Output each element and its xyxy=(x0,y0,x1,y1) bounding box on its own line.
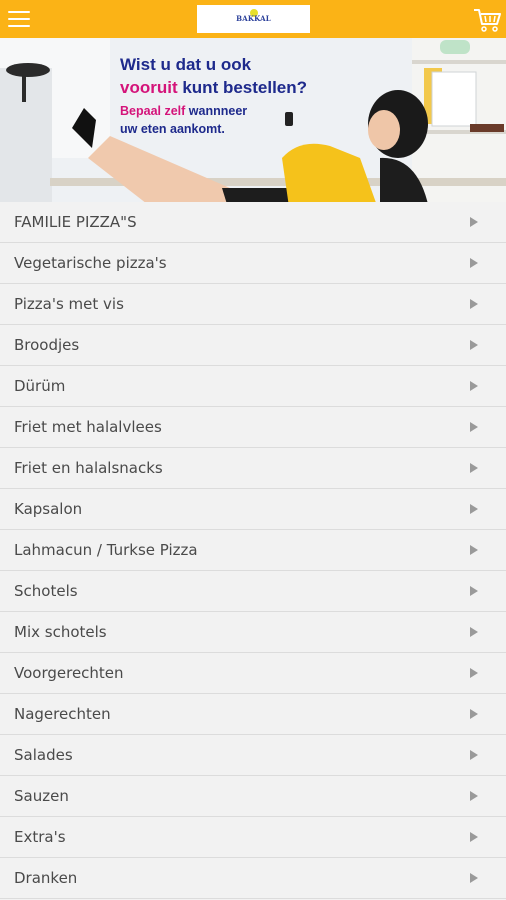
category-item[interactable]: FAMILIE PIZZA"S xyxy=(0,202,506,243)
banner-headline-line2: vooruit kunt bestellen? xyxy=(120,78,307,98)
logo[interactable]: BAKKAL xyxy=(197,5,310,33)
chevron-right-icon xyxy=(470,422,478,432)
shopping-cart-icon[interactable] xyxy=(473,7,501,33)
category-label: Sauzen xyxy=(14,787,69,805)
banner-subtitle-highlight: Bepaal zelf xyxy=(120,104,186,118)
banner-subtitle-rest: wannneer xyxy=(188,104,248,118)
category-label: Salades xyxy=(14,746,73,764)
category-label: Extra's xyxy=(14,828,66,846)
chevron-right-icon xyxy=(470,340,478,350)
chevron-right-icon xyxy=(470,504,478,514)
chevron-right-icon xyxy=(470,668,478,678)
category-label: Mix schotels xyxy=(14,623,107,641)
category-item[interactable]: Vegetarische pizza's xyxy=(0,243,506,284)
chevron-right-icon xyxy=(470,258,478,268)
category-label: Broodjes xyxy=(14,336,80,354)
category-item[interactable]: Nagerechten xyxy=(0,694,506,735)
chevron-right-icon xyxy=(470,832,478,842)
category-item[interactable]: Voorgerechten xyxy=(0,653,506,694)
banner-illustration xyxy=(0,38,506,214)
category-item[interactable]: Broodjes xyxy=(0,325,506,366)
chevron-right-icon xyxy=(470,586,478,596)
category-label: Lahmacun / Turkse Pizza xyxy=(14,541,198,559)
chevron-right-icon xyxy=(470,463,478,473)
category-item[interactable]: Kapsalon xyxy=(0,489,506,530)
category-item[interactable]: Extra's xyxy=(0,817,506,858)
category-item[interactable]: Friet en halalsnacks xyxy=(0,448,506,489)
top-app-bar: BAKKAL xyxy=(0,0,506,38)
category-label: Kapsalon xyxy=(14,500,83,518)
chevron-right-icon xyxy=(470,750,478,760)
banner-subtitle-line2: uw eten aankomt. xyxy=(120,122,225,136)
category-label: Pizza's met vis xyxy=(14,295,124,313)
chevron-right-icon xyxy=(470,791,478,801)
category-item[interactable]: Friet met halalvlees xyxy=(0,407,506,448)
category-label: Schotels xyxy=(14,582,78,600)
category-item[interactable]: Mix schotels xyxy=(0,612,506,653)
category-label: Friet met halalvlees xyxy=(14,418,162,436)
banner-headline-highlight: vooruit xyxy=(120,78,178,97)
chevron-right-icon xyxy=(470,627,478,637)
chevron-right-icon xyxy=(470,217,478,227)
category-item[interactable]: Pizza's met vis xyxy=(0,284,506,325)
category-item[interactable]: Dranken xyxy=(0,858,506,899)
category-label: Dranken xyxy=(14,869,78,887)
chevron-right-icon xyxy=(470,545,478,555)
category-item[interactable]: Sauzen xyxy=(0,776,506,817)
hamburger-menu-icon[interactable] xyxy=(8,9,30,29)
category-label: Vegetarische pizza's xyxy=(14,254,167,272)
category-label: FAMILIE PIZZA"S xyxy=(14,213,137,231)
logo-text: BAKKAL xyxy=(236,14,271,23)
category-label: Voorgerechten xyxy=(14,664,124,682)
category-item[interactable]: Schotels xyxy=(0,571,506,612)
category-item[interactable]: Dürüm xyxy=(0,366,506,407)
chevron-right-icon xyxy=(470,299,478,309)
chevron-right-icon xyxy=(470,873,478,883)
category-list: FAMILIE PIZZA"S Vegetarische pizza's Pizza… xyxy=(0,202,506,899)
category-item[interactable]: Salades xyxy=(0,735,506,776)
category-label: Dürüm xyxy=(14,377,66,395)
category-item[interactable]: Lahmacun / Turkse Pizza xyxy=(0,530,506,571)
banner-subtitle-line1: Bepaal zelf wannneer xyxy=(120,104,247,118)
category-label: Friet en halalsnacks xyxy=(14,459,163,477)
banner-headline-rest: kunt bestellen? xyxy=(182,78,308,97)
category-label: Nagerechten xyxy=(14,705,111,723)
chevron-right-icon xyxy=(470,709,478,719)
banner-headline-line1: Wist u dat u ook xyxy=(120,55,252,74)
promo-banner[interactable]: Wist u dat u ook vooruit kunt bestellen?… xyxy=(0,38,506,214)
chevron-right-icon xyxy=(470,381,478,391)
